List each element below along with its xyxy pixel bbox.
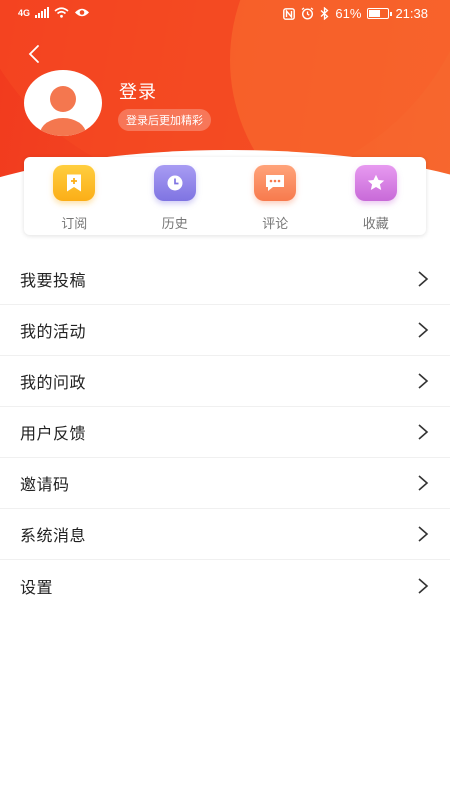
menu-item-label: 设置 bbox=[20, 579, 54, 597]
menu-item-invite-code[interactable]: 邀请码 bbox=[0, 458, 450, 509]
chevron-right-icon bbox=[418, 475, 429, 491]
chevron-right-icon bbox=[418, 577, 429, 594]
quick-action-comment[interactable]: 评论 bbox=[225, 157, 326, 235]
menu-item-label: 我的活动 bbox=[20, 324, 87, 341]
menu-item-inquiries[interactable]: 我的问政 bbox=[0, 356, 450, 407]
bookmark-plus-icon bbox=[53, 165, 96, 201]
menu-item-label: 我的问政 bbox=[20, 375, 87, 392]
battery-icon bbox=[367, 8, 393, 19]
alarm-icon bbox=[302, 7, 314, 20]
avatar[interactable] bbox=[24, 70, 102, 136]
menu-item-label: 系统消息 bbox=[20, 528, 87, 545]
signal-icon bbox=[35, 7, 50, 18]
profile-page: 4G 61% 21:38 登录 登录后更加精彩 订阅 历史 评论 收藏 我要投稿… bbox=[0, 0, 450, 800]
menu-item-feedback[interactable]: 用户反馈 bbox=[0, 407, 450, 458]
clock-time: 21:38 bbox=[395, 6, 428, 21]
bluetooth-icon bbox=[320, 7, 329, 20]
back-button[interactable] bbox=[22, 42, 46, 66]
login-link[interactable]: 登录 bbox=[119, 78, 157, 104]
comment-icon bbox=[254, 165, 297, 201]
eye-icon bbox=[75, 8, 90, 17]
battery-percent: 61% bbox=[335, 6, 362, 21]
login-tip-badge: 登录后更加精彩 bbox=[118, 109, 211, 131]
chevron-right-icon bbox=[418, 373, 429, 389]
quick-action-label: 历史 bbox=[161, 216, 188, 231]
menu-item-submit[interactable]: 我要投稿 bbox=[0, 254, 450, 305]
quick-action-history[interactable]: 历史 bbox=[125, 157, 226, 235]
quick-action-subscribe[interactable]: 订阅 bbox=[24, 157, 125, 235]
quick-action-favorite[interactable]: 收藏 bbox=[326, 157, 427, 235]
quick-actions-card: 订阅 历史 评论 收藏 bbox=[24, 157, 426, 235]
chevron-right-icon bbox=[418, 526, 429, 542]
quick-action-label: 评论 bbox=[262, 216, 289, 231]
quick-action-label: 收藏 bbox=[362, 216, 389, 231]
menu-item-label: 用户反馈 bbox=[20, 426, 87, 443]
battery-level bbox=[369, 10, 380, 17]
menu-item-settings[interactable]: 设置 bbox=[0, 560, 450, 611]
menu-item-system-messages[interactable]: 系统消息 bbox=[0, 509, 450, 560]
network-type: 4G bbox=[18, 7, 31, 18]
chevron-right-icon bbox=[418, 271, 429, 287]
chevron-right-icon bbox=[418, 322, 429, 338]
status-bar: 4G 61% 21:38 bbox=[0, 0, 450, 30]
menu-item-label: 我要投稿 bbox=[20, 273, 87, 290]
chevron-right-icon bbox=[418, 424, 429, 440]
clock-icon bbox=[153, 165, 196, 201]
star-icon bbox=[354, 165, 397, 201]
menu-item-label: 邀请码 bbox=[20, 477, 70, 494]
quick-action-label: 订阅 bbox=[61, 216, 88, 231]
menu-list: 我要投稿 我的活动 我的问政 用户反馈 邀请码 系统消息 设置 bbox=[0, 254, 450, 611]
menu-item-activities[interactable]: 我的活动 bbox=[0, 305, 450, 356]
wifi-icon bbox=[54, 7, 69, 18]
nfc-icon bbox=[283, 7, 296, 20]
